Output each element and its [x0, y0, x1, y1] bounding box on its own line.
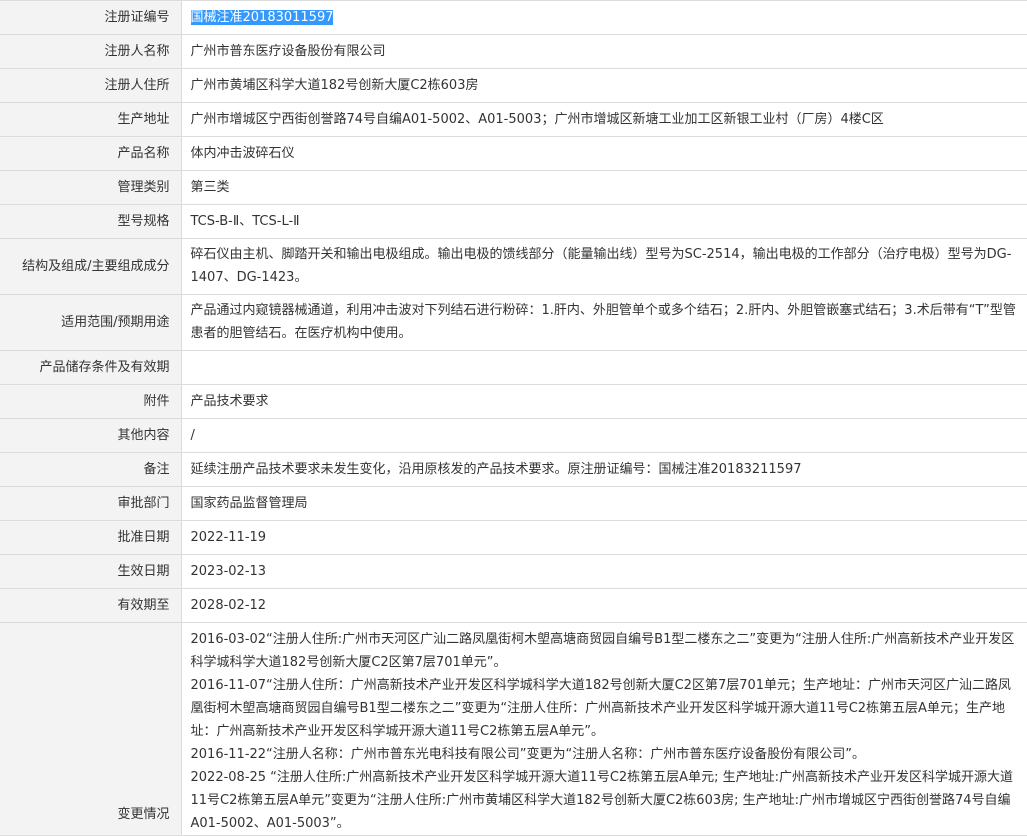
row-registration-number: 注册证编号 国械注准20183011597 — [0, 0, 1027, 35]
field-label: 审批部门 — [0, 486, 182, 521]
field-label: 附件 — [0, 384, 182, 419]
row-product-name: 产品名称 体内冲击波碎石仪 — [0, 136, 1027, 171]
row-production-address: 生产地址 广州市增城区宁西街创誉路74号自编A01-5002、A01-5003；… — [0, 102, 1027, 137]
field-value: TCS-B-Ⅱ、TCS-L-Ⅱ — [181, 204, 1027, 239]
row-storage-conditions: 产品储存条件及有效期 — [0, 350, 1027, 385]
field-value: 国家药品监督管理局 — [181, 486, 1027, 521]
field-label: 型号规格 — [0, 204, 182, 239]
field-value: 产品技术要求 — [181, 384, 1027, 419]
field-value: / — [181, 418, 1027, 453]
field-value: 体内冲击波碎石仪 — [181, 136, 1027, 171]
field-value — [181, 350, 1027, 385]
row-intended-use: 适用范围/预期用途 产品通过内窥镜器械通道，利用冲击波对下列结石进行粉碎：1.肝… — [0, 294, 1027, 351]
field-value: 2028-02-12 — [181, 588, 1027, 623]
row-effective-date: 生效日期 2023-02-13 — [0, 554, 1027, 589]
row-approval-department: 审批部门 国家药品监督管理局 — [0, 486, 1027, 521]
field-value: 产品通过内窥镜器械通道，利用冲击波对下列结石进行粉碎：1.肝内、外胆管单个或多个… — [181, 294, 1027, 351]
row-valid-until: 有效期至 2028-02-12 — [0, 588, 1027, 623]
field-label: 产品名称 — [0, 136, 182, 171]
change-entry: 2016-11-22“注册人名称：广州市普东光电科技有限公司”变更为“注册人名称… — [190, 747, 866, 762]
field-label: 备注 — [0, 452, 182, 487]
change-history-list: 2016-03-02“注册人住所:广州市天河区广汕二路凤凰街柯木塱高塘商贸园自编… — [181, 622, 1027, 836]
field-value: 广州市增城区宁西街创誉路74号自编A01-5002、A01-5003；广州市增城… — [181, 102, 1027, 137]
registration-detail-table: 注册证编号 国械注准20183011597 注册人名称 广州市普东医疗设备股份有… — [0, 0, 1027, 836]
field-label: 生产地址 — [0, 102, 182, 137]
row-management-class: 管理类别 第三类 — [0, 170, 1027, 205]
field-label: 变更情况 — [0, 622, 182, 836]
row-other-content: 其他内容 / — [0, 418, 1027, 453]
row-change-history: 变更情况 2016-03-02“注册人住所:广州市天河区广汕二路凤凰街柯木塱高塘… — [0, 622, 1027, 836]
field-label: 适用范围/预期用途 — [0, 294, 182, 351]
selected-registration-number[interactable]: 国械注准20183011597 — [190, 10, 334, 25]
change-entry: 2016-11-07“注册人住所：广州高新技术产业开发区科学城科学大道182号创… — [190, 678, 1012, 739]
field-label: 产品储存条件及有效期 — [0, 350, 182, 385]
row-attachment: 附件 产品技术要求 — [0, 384, 1027, 419]
row-registrant-address: 注册人住所 广州市黄埔区科学大道182号创新大厦C2栋603房 — [0, 68, 1027, 103]
field-value: 碎石仪由主机、脚踏开关和输出电极组成。输出电极的馈线部分（能量输出线）型号为SC… — [181, 238, 1027, 295]
field-value: 延续注册产品技术要求未发生变化，沿用原核发的产品技术要求。原注册证编号：国械注准… — [181, 452, 1027, 487]
field-value: 广州市黄埔区科学大道182号创新大厦C2栋603房 — [181, 68, 1027, 103]
field-value: 广州市普东医疗设备股份有限公司 — [181, 34, 1027, 69]
row-remarks: 备注 延续注册产品技术要求未发生变化，沿用原核发的产品技术要求。原注册证编号：国… — [0, 452, 1027, 487]
field-value: 2022-11-19 — [181, 520, 1027, 555]
field-value[interactable]: 国械注准20183011597 — [181, 0, 1027, 35]
field-label: 有效期至 — [0, 588, 182, 623]
field-value: 2023-02-13 — [181, 554, 1027, 589]
change-entry: 2016-03-02“注册人住所:广州市天河区广汕二路凤凰街柯木塱高塘商贸园自编… — [190, 632, 1015, 670]
field-label: 其他内容 — [0, 418, 182, 453]
field-label: 管理类别 — [0, 170, 182, 205]
field-label: 结构及组成/主要组成成分 — [0, 238, 182, 295]
row-approval-date: 批准日期 2022-11-19 — [0, 520, 1027, 555]
row-registrant-name: 注册人名称 广州市普东医疗设备股份有限公司 — [0, 34, 1027, 69]
field-label: 注册人名称 — [0, 34, 182, 69]
field-label: 注册证编号 — [0, 0, 182, 35]
field-value: 第三类 — [181, 170, 1027, 205]
field-label: 注册人住所 — [0, 68, 182, 103]
field-label: 批准日期 — [0, 520, 182, 555]
row-structure-composition: 结构及组成/主要组成成分 碎石仪由主机、脚踏开关和输出电极组成。输出电极的馈线部… — [0, 238, 1027, 295]
field-label: 生效日期 — [0, 554, 182, 589]
change-entry: 2022-08-25 “注册人住所:广州高新技术产业开发区科学城开源大道11号C… — [190, 770, 1013, 831]
row-model-spec: 型号规格 TCS-B-Ⅱ、TCS-L-Ⅱ — [0, 204, 1027, 239]
